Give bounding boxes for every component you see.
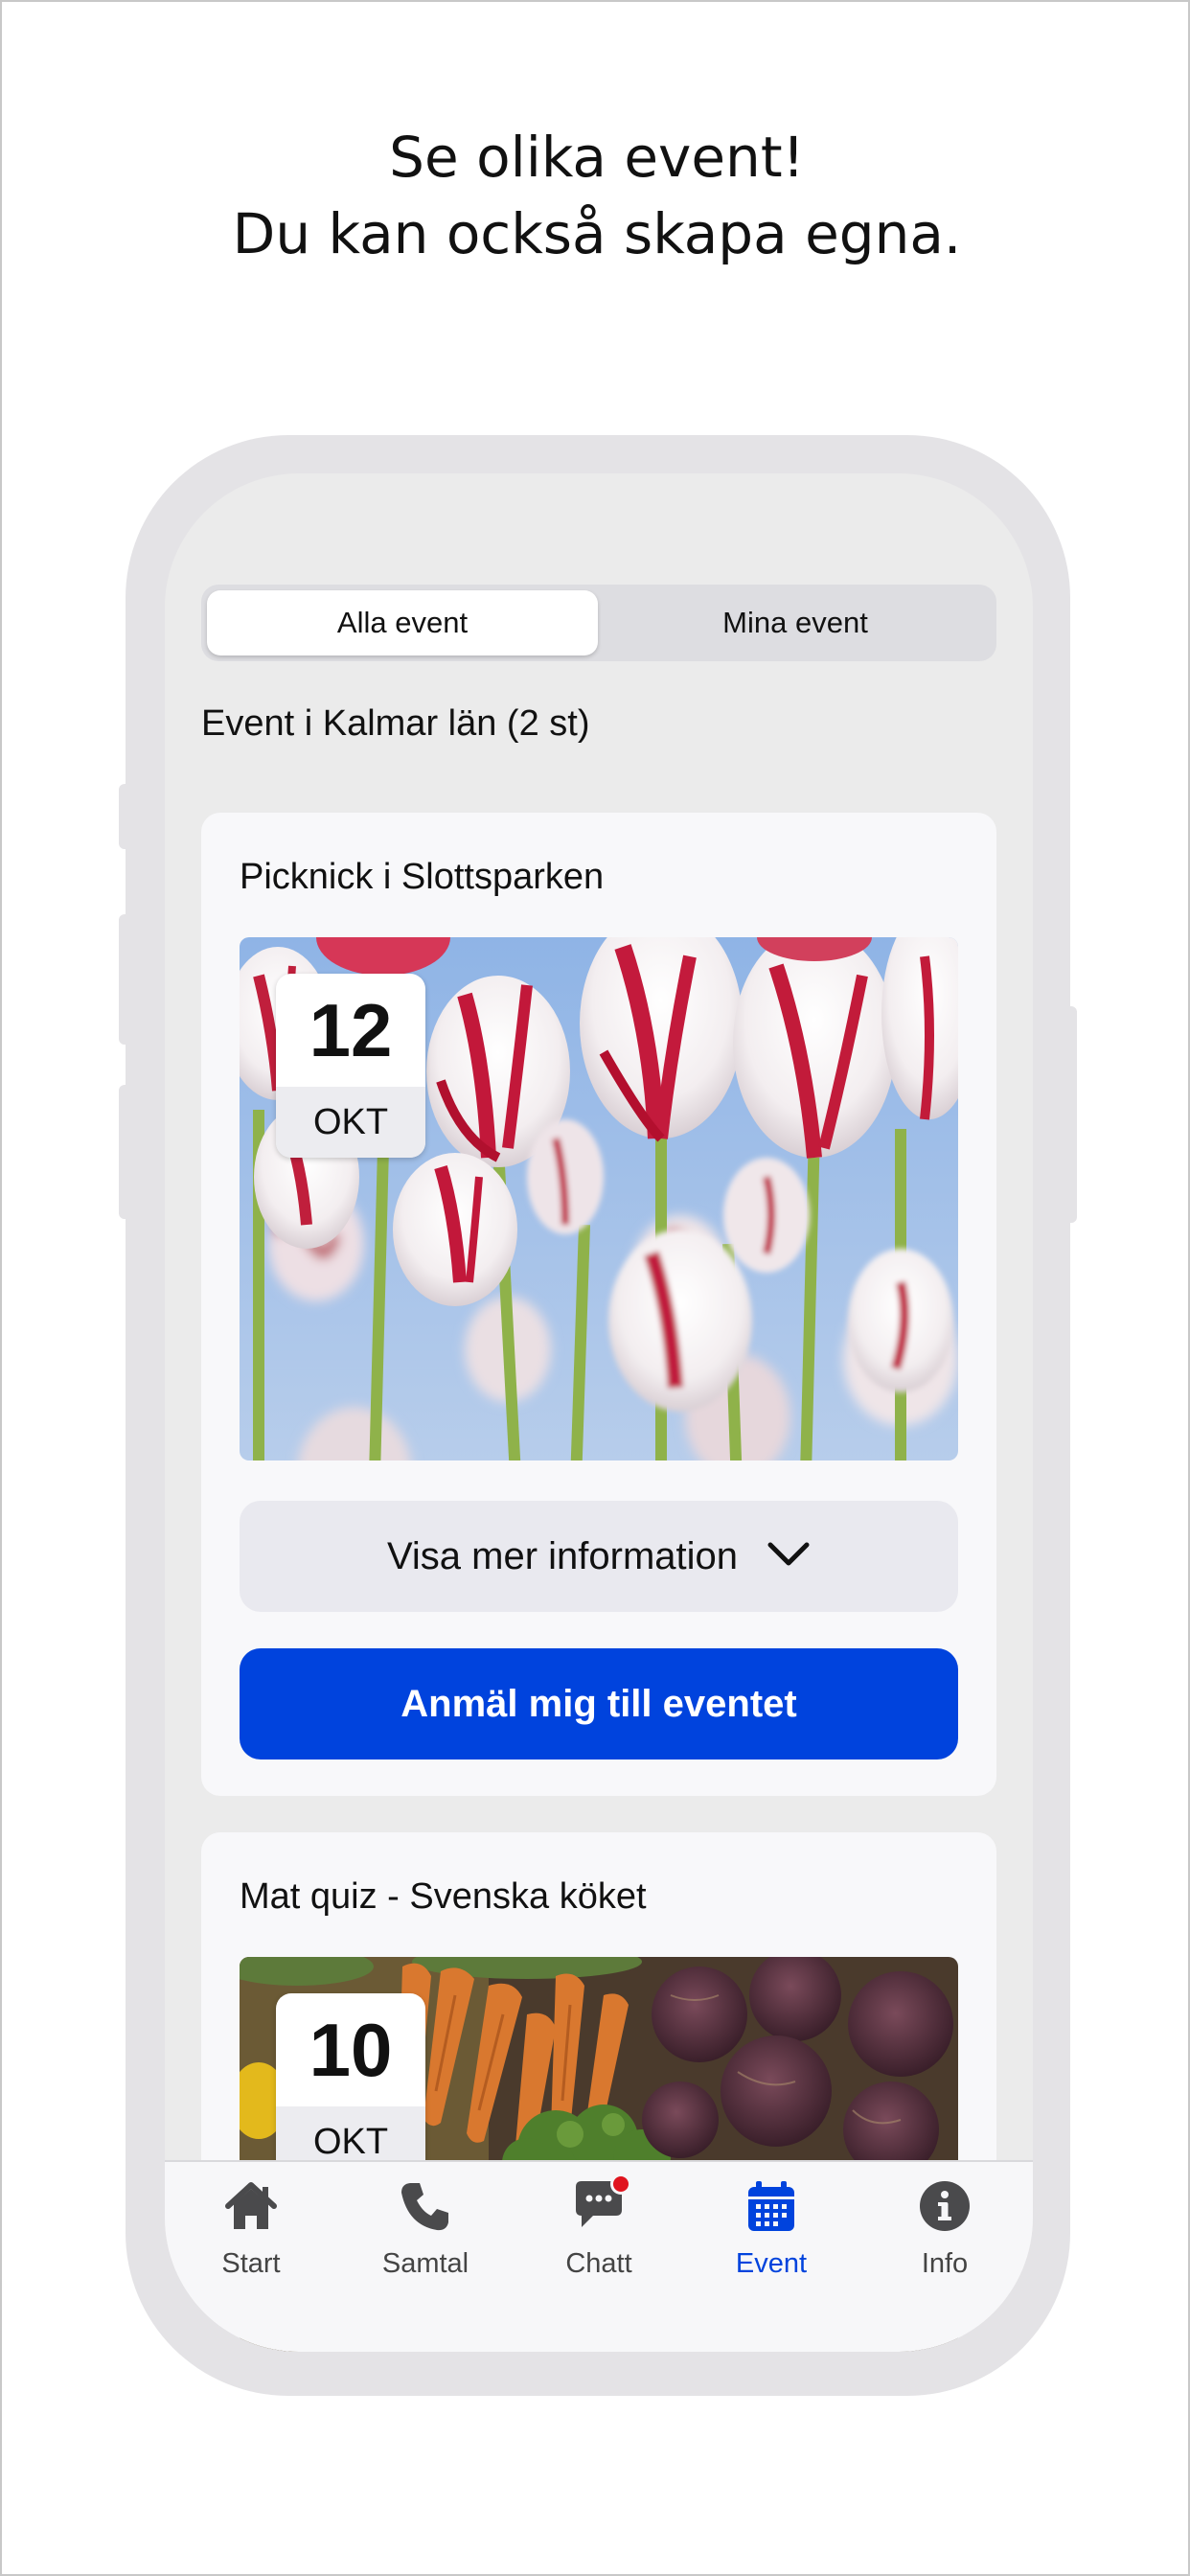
headline-line-2: Du kan också skapa egna.: [232, 201, 962, 266]
event-title: Picknick i Slottsparken: [240, 857, 605, 897]
event-date-day: 10: [309, 2007, 393, 2092]
calendar-icon: [743, 2177, 800, 2235]
tab-chatt[interactable]: Chatt: [522, 2174, 675, 2283]
tab-label: Event: [735, 2248, 808, 2279]
headline-line-1: Se olika event!: [389, 125, 805, 190]
chat-icon: [570, 2174, 631, 2235]
chevron-down-icon: [767, 1535, 811, 1578]
event-title: Mat quiz - Svenska köket: [240, 1876, 647, 1917]
tab-label: Chatt: [565, 2248, 632, 2279]
tab-label: Info: [921, 2248, 969, 2279]
bottom-tab-bar: Start Samtal Chatt Event Info: [165, 2160, 1033, 2352]
show-more-info-label: Visa mer information: [386, 1534, 739, 1577]
event-date-badge: 12 OKT: [276, 974, 425, 1158]
tab-start[interactable]: Start: [174, 2177, 328, 2283]
phone-screen: Alla event Mina event Event i Kalmar län…: [165, 473, 1033, 2352]
tab-samtal[interactable]: Samtal: [349, 2177, 502, 2283]
info-icon: [916, 2177, 973, 2235]
headline: Se olika event! Du kan också skapa egna.: [2, 119, 1190, 272]
event-image-tulips: 12 OKT: [240, 937, 958, 1460]
notification-badge: [610, 2174, 631, 2195]
tab-info[interactable]: Info: [868, 2177, 1021, 2283]
event-date-badge: 10 OKT: [276, 1993, 425, 2177]
phone-icon: [397, 2177, 454, 2235]
event-filter-segmented-control: Alla event Mina event: [201, 585, 996, 661]
tab-all-events[interactable]: Alla event: [207, 590, 598, 656]
tab-label: Start: [221, 2248, 281, 2279]
event-card: Picknick i Slottsparken 12 OKT Visa mer …: [201, 813, 996, 1796]
event-date-month: OKT: [276, 1087, 425, 1158]
tab-event[interactable]: Event: [695, 2177, 848, 2283]
tab-label: Samtal: [381, 2248, 469, 2279]
show-more-info-button[interactable]: Visa mer information: [240, 1501, 958, 1612]
event-date-day: 12: [309, 987, 393, 1072]
signup-event-button[interactable]: Anmäl mig till eventet: [240, 1648, 958, 1760]
section-title: Event i Kalmar län (2 st): [201, 703, 590, 744]
home-icon: [222, 2177, 280, 2235]
tab-my-events[interactable]: Mina event: [600, 590, 991, 656]
